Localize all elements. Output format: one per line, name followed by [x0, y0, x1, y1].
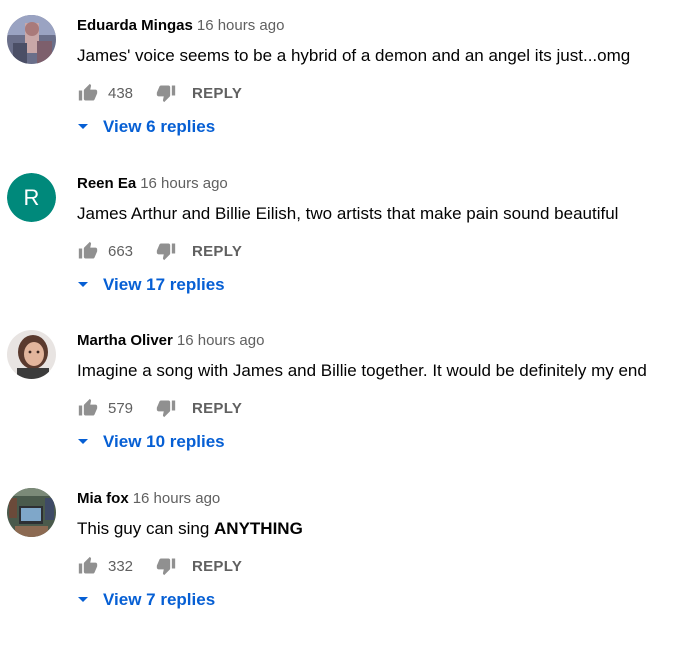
comment-text-bold: ANYTHING — [214, 519, 303, 538]
comment-actions: 663 REPLY — [77, 239, 242, 263]
avatar[interactable] — [7, 330, 56, 379]
comment-thread: R Reen Ea 16 hours ago James Arthur and B… — [0, 173, 689, 331]
like-count: 438 — [108, 84, 134, 102]
comment-header: Reen Ea 16 hours ago — [77, 173, 228, 195]
comment-text: James Arthur and Billie Eilish, two arti… — [77, 204, 619, 223]
like-count: 579 — [108, 399, 134, 417]
view-replies-button[interactable]: View 10 replies — [77, 430, 225, 454]
comment-actions: 332 REPLY — [77, 554, 242, 578]
comment-header: Eduarda Mingas 16 hours ago — [77, 15, 284, 37]
reply-button[interactable]: REPLY — [192, 243, 242, 260]
comment-header: Martha Oliver 16 hours ago — [77, 330, 264, 352]
thumb-up-icon[interactable] — [77, 240, 99, 262]
view-replies-label: View 7 replies — [103, 590, 216, 609]
view-replies-label: View 17 replies — [103, 275, 225, 294]
comment-text-plain: This guy can sing — [77, 519, 215, 538]
view-replies-label: View 6 replies — [103, 117, 216, 136]
caret-down-icon — [78, 124, 88, 129]
thumb-down-icon[interactable] — [155, 397, 177, 419]
thumb-up-icon[interactable] — [77, 82, 99, 104]
reply-button[interactable]: REPLY — [192, 558, 242, 575]
comment-thread: Martha Oliver 16 hours ago Imagine a song… — [0, 330, 689, 488]
profile-photo — [7, 488, 56, 537]
thumb-up-icon[interactable] — [77, 397, 99, 419]
thumb-down-icon[interactable] — [155, 82, 177, 104]
view-replies-button[interactable]: View 7 replies — [77, 588, 215, 612]
avatar[interactable] — [7, 488, 56, 537]
profile-photo — [7, 15, 56, 64]
comment-actions: 438 REPLY — [77, 81, 242, 105]
comment-actions: 579 REPLY — [77, 396, 242, 420]
reply-button[interactable]: REPLY — [192, 400, 242, 417]
comment-timestamp[interactable]: 16 hours ago — [133, 490, 221, 507]
view-replies-button[interactable]: View 6 replies — [77, 115, 215, 139]
comment-text: This guy can sing ANYTHING — [77, 517, 303, 541]
comment-timestamp[interactable]: 16 hours ago — [177, 332, 265, 349]
avatar-letter: R — [7, 173, 56, 222]
author-name[interactable]: Reen Ea — [77, 175, 136, 192]
view-replies-button[interactable]: View 17 replies — [77, 273, 225, 297]
comment-text: Imagine a song with James and Billie tog… — [77, 361, 647, 380]
like-count: 332 — [108, 557, 134, 575]
avatar[interactable] — [7, 15, 56, 64]
thumb-up-icon[interactable] — [77, 555, 99, 577]
profile-photo — [7, 330, 56, 379]
author-name[interactable]: Eduarda Mingas — [77, 17, 193, 34]
caret-down-icon — [78, 439, 88, 444]
caret-down-icon — [78, 597, 88, 602]
view-replies-label: View 10 replies — [103, 432, 225, 451]
comment-thread: Mia fox 16 hours ago This guy can sing AN… — [0, 488, 689, 646]
author-name[interactable]: Mia fox — [77, 490, 129, 507]
comment-timestamp[interactable]: 16 hours ago — [197, 17, 285, 34]
avatar[interactable]: R — [7, 173, 56, 222]
caret-down-icon — [78, 282, 88, 287]
comment-text: James' voice seems to be a hybrid of a d… — [77, 46, 631, 65]
like-count: 663 — [108, 242, 134, 260]
comment-timestamp[interactable]: 16 hours ago — [140, 175, 228, 192]
thumb-down-icon[interactable] — [155, 240, 177, 262]
thumb-down-icon[interactable] — [155, 555, 177, 577]
author-name[interactable]: Martha Oliver — [77, 332, 173, 349]
reply-button[interactable]: REPLY — [192, 85, 242, 102]
comment-header: Mia fox 16 hours ago — [77, 488, 220, 510]
comment-thread: Eduarda Mingas 16 hours ago James' voice … — [0, 15, 689, 173]
